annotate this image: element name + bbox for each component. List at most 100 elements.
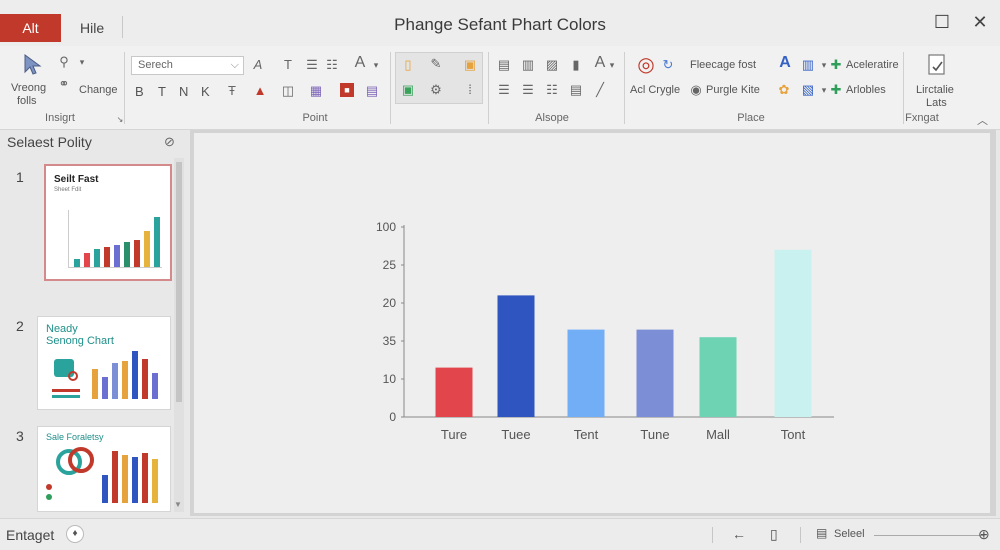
bar-mall[interactable] [699, 337, 737, 417]
mini-bar [142, 359, 148, 399]
legend-dot [46, 494, 52, 500]
bar-tont[interactable] [774, 249, 812, 417]
slide-number: 2 [16, 318, 24, 334]
place-item-2[interactable]: Purgle Kite [706, 84, 760, 96]
font-color-icon[interactable]: A [352, 55, 368, 71]
group-expand-icon[interactable]: ↘ [112, 112, 128, 128]
collapse-ribbon-icon[interactable]: ︿ [977, 112, 988, 128]
plus-icon[interactable]: ✚ [828, 82, 844, 98]
brush-icon[interactable]: ⚙ [428, 82, 444, 98]
text-icon[interactable]: T [280, 57, 296, 73]
table-icon[interactable]: ▦ [308, 83, 324, 99]
accelerate-icon[interactable]: ✚ [828, 57, 844, 73]
justify-icon[interactable]: ☰ [520, 82, 536, 98]
y-tick-label: 20 [383, 296, 397, 310]
title-bar: Alt Hile Phange Sefant Phart Colors ☐ ✕ [0, 0, 1000, 46]
slide-2-title: Neady [46, 323, 78, 335]
bar-tuee[interactable] [497, 295, 535, 417]
close-icon[interactable]: ✕ [968, 12, 992, 33]
line-icon[interactable]: ╱ [592, 82, 608, 98]
font-size-icon[interactable]: A [250, 57, 266, 73]
bar-chart[interactable]: 0 10 35 20 25 100 Ture Tuee Tent Tune Mall Tont [194, 133, 990, 513]
restore-icon[interactable]: ☐ [930, 12, 954, 33]
picture-icon[interactable]: ■ [340, 83, 354, 97]
place-left-label[interactable]: Acl Crygle [630, 84, 680, 96]
status-bar: Entaget ♦ ← ▯ ▤ Seleel ⊕ [0, 518, 1000, 550]
y-tick-label: 0 [389, 410, 396, 424]
font-search-input[interactable]: Serech ⌵ [131, 56, 244, 75]
chart-style-icon[interactable]: ▥ [800, 57, 816, 73]
arrange-group-label: Alsope [535, 112, 569, 124]
align-icon[interactable]: ☷ [324, 57, 340, 73]
x-tick-label: Tuee [501, 427, 530, 442]
back-arrow-icon[interactable]: ← [732, 526, 746, 542]
place-item-1[interactable]: Fleecage fost [690, 59, 756, 71]
slide-thumbnail-2[interactable]: Neady Senong Chart [37, 316, 171, 410]
link-icon[interactable]: ⚭ [56, 76, 72, 92]
k-button[interactable]: K [201, 84, 210, 99]
italic-button[interactable]: T [158, 84, 166, 99]
place-item-4[interactable]: Arlobles [846, 84, 886, 96]
info-icon[interactable]: ♦ [66, 525, 84, 543]
globe-icon[interactable]: ◉ [688, 82, 704, 98]
insert-big-label-1: Vreong [11, 82, 47, 94]
change-label[interactable]: Change [79, 84, 118, 96]
x-tick-label: Ture [441, 427, 467, 442]
notes-icon[interactable]: ▯ [770, 526, 778, 543]
doc-icon[interactable]: ▤ [496, 57, 512, 73]
frame-icon[interactable]: ▨ [544, 57, 560, 73]
indent-icon[interactable]: Ŧ [224, 83, 240, 99]
pen-icon[interactable]: ✎ [428, 56, 444, 72]
slide-1-title: Seilt Fast [54, 174, 99, 185]
zoom-slider[interactable] [874, 535, 984, 536]
list-icon[interactable]: ☰ [304, 57, 320, 73]
place-item-3[interactable]: Aceleratire [846, 59, 899, 71]
zoom-label: Seleel [834, 528, 865, 540]
n-button[interactable]: N [179, 84, 188, 99]
decoration-line [52, 389, 80, 392]
bold-button[interactable]: B [135, 84, 144, 99]
dropdown-icon[interactable]: ▾ [74, 54, 90, 70]
grid-icon[interactable]: ▤ [364, 83, 380, 99]
format-group-label: Fxngat [905, 112, 939, 124]
dropdown-icon[interactable]: ▾ [368, 57, 384, 73]
highlight-icon[interactable]: ▲ [252, 83, 268, 99]
palette-icon[interactable]: ✿ [776, 82, 792, 98]
mini-bar [122, 361, 128, 399]
layout-icon[interactable]: ▥ [520, 57, 536, 73]
shape-icon[interactable]: ⚲ [56, 54, 72, 70]
zoom-in-icon[interactable]: ⊕ [978, 526, 990, 543]
mini-bar [92, 369, 98, 399]
format-page-icon[interactable] [924, 52, 950, 78]
rows-icon[interactable]: ☰ [496, 82, 512, 98]
legend-dot [46, 484, 52, 490]
slide-pane-header: Selaest Polity ⊘ [0, 131, 188, 153]
image-icon[interactable]: ▣ [400, 82, 416, 98]
paste-icon[interactable]: ▣ [462, 57, 478, 73]
view-icon[interactable]: ▤ [816, 526, 827, 540]
scroll-down-icon[interactable]: ▼ [174, 500, 182, 509]
slide-number: 3 [16, 428, 24, 444]
bar-tune[interactable] [636, 329, 674, 417]
y-tick-label: 10 [383, 372, 397, 386]
bar-ture[interactable] [435, 367, 473, 417]
pin-icon[interactable]: ⊘ [164, 134, 175, 150]
scrollbar-thumb[interactable] [176, 162, 182, 402]
status-divider [712, 527, 713, 543]
fill-icon[interactable]: ◫ [280, 83, 296, 99]
dropdown-icon[interactable]: ▾ [604, 57, 620, 73]
bars-icon[interactable]: ▮ [568, 57, 584, 73]
slide-thumbnail-3[interactable]: Sale Foraletsy [37, 426, 171, 512]
order-icon[interactable]: ▤ [568, 82, 584, 98]
distribute-icon[interactable]: ☷ [544, 82, 560, 98]
refresh-icon[interactable]: ↻ [660, 57, 676, 73]
target-icon[interactable]: ◎ [633, 52, 659, 78]
page-icon[interactable]: ▯ [400, 57, 416, 73]
columns-icon[interactable]: ⁞ [462, 82, 478, 98]
font-a-icon[interactable]: A [777, 55, 793, 71]
layers-icon[interactable]: ▧ [800, 82, 816, 98]
current-slide[interactable]: 0 10 35 20 25 100 Ture Tuee Tent Tune Mall Tont [194, 133, 990, 513]
bar-tent[interactable] [567, 329, 605, 417]
slide-thumbnail-1[interactable]: Seilt Fast Sheet Fdit [44, 164, 172, 281]
cursor-icon[interactable] [20, 52, 46, 78]
